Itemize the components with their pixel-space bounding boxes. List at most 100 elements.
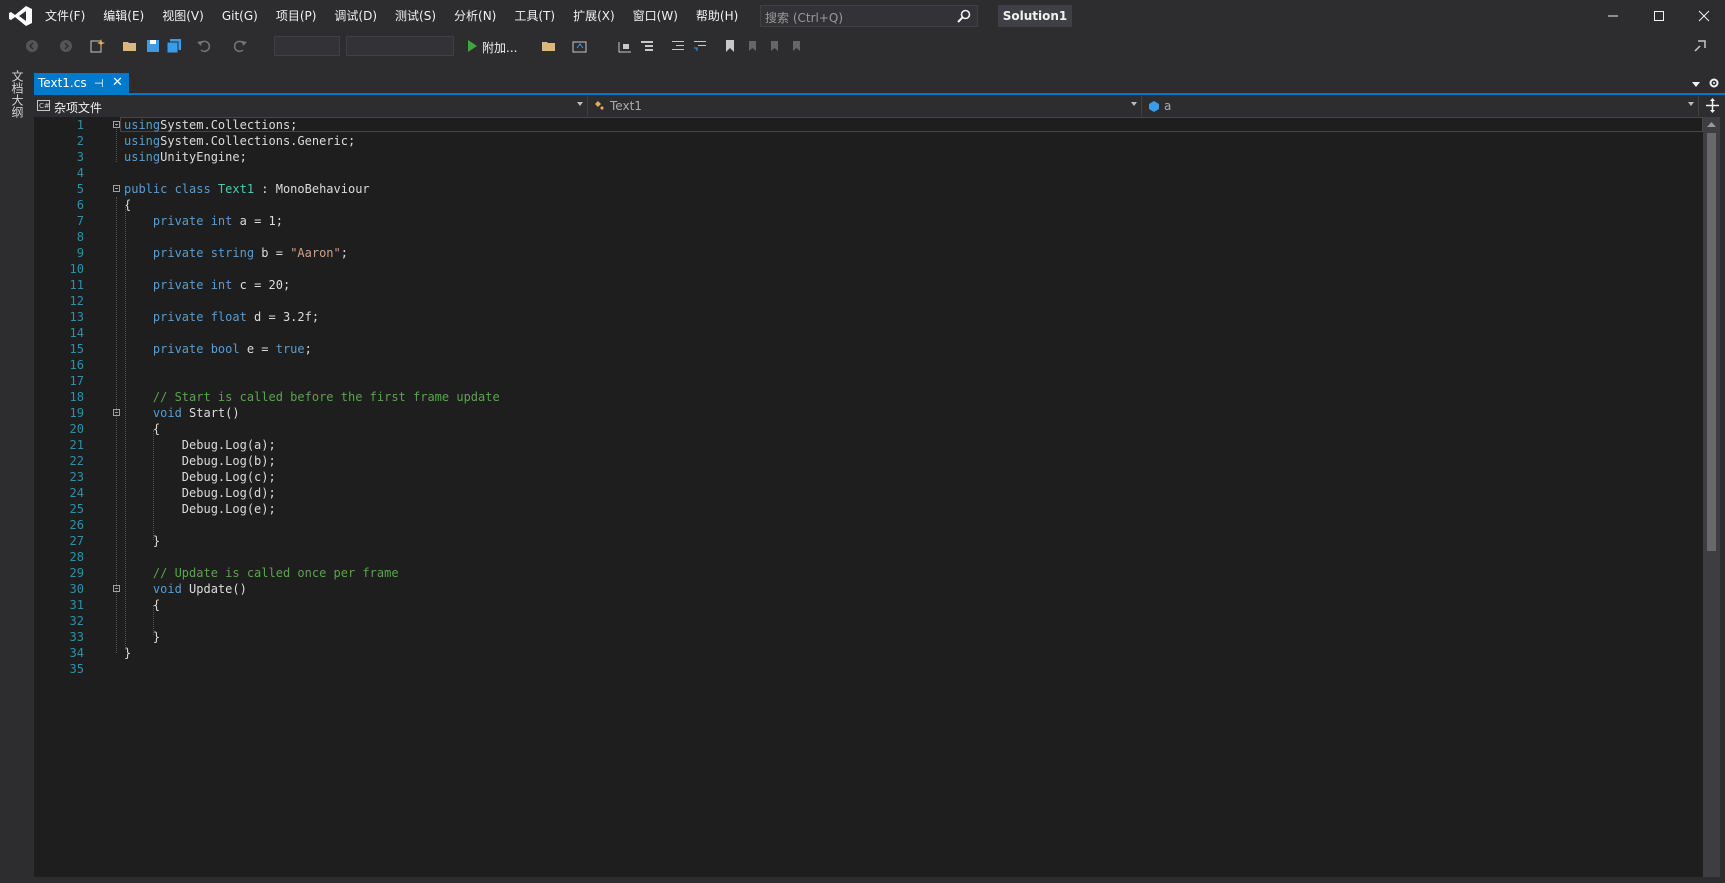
undo-icon[interactable] xyxy=(196,38,212,54)
code-token: Debug.Log(e); xyxy=(124,502,276,516)
settings-gear-icon[interactable] xyxy=(1708,77,1720,89)
open-file-icon[interactable] xyxy=(122,38,138,54)
type-dropdown[interactable]: Text1 xyxy=(590,96,1142,116)
code-line: { xyxy=(124,598,160,612)
clear-bookmarks-icon[interactable] xyxy=(788,38,804,54)
project-dropdown-label: 杂项文件 xyxy=(54,101,103,115)
line-number: 10 xyxy=(69,262,84,276)
menu-edit[interactable]: 编辑(E) xyxy=(94,0,153,32)
previous-bookmark-icon[interactable] xyxy=(744,38,760,54)
close-tab-icon[interactable]: ✕ xyxy=(112,75,123,90)
menu-tools[interactable]: 工具(T) xyxy=(505,0,564,32)
bookmark-icon[interactable] xyxy=(722,38,738,54)
line-number: 24 xyxy=(69,486,84,500)
maximize-icon[interactable] xyxy=(1636,0,1682,32)
menu-test[interactable]: 测试(S) xyxy=(386,0,445,32)
live-share-icon[interactable] xyxy=(1692,38,1708,54)
menu-window[interactable]: 窗口(W) xyxy=(624,0,687,32)
line-number: 19 xyxy=(69,406,84,420)
menu-extensions[interactable]: 扩展(X) xyxy=(564,0,624,32)
code-line: // Update is called once per frame xyxy=(124,566,399,580)
code-line: Debug.Log(b); xyxy=(124,454,276,468)
solution-platform-select[interactable] xyxy=(346,36,454,56)
menu-analyze[interactable]: 分析(N) xyxy=(445,0,505,32)
code-token: // Update is called once per frame xyxy=(152,566,399,580)
code-token: Debug.Log(d); xyxy=(124,486,276,500)
attach-button[interactable]: 附加... xyxy=(482,39,517,56)
chevron-down-icon xyxy=(1131,102,1137,106)
code-line: private float d = 3.2f; xyxy=(124,310,319,324)
step-into-icon[interactable] xyxy=(617,38,633,54)
document-outline-tab[interactable]: 文档大纲 xyxy=(9,70,26,118)
code-line: { xyxy=(124,422,160,436)
menu-debug[interactable]: 调试(D) xyxy=(325,0,386,32)
code-line: private string b = "Aaron"; xyxy=(124,246,348,260)
next-bookmark-icon[interactable] xyxy=(766,38,782,54)
navigate-forward-icon[interactable] xyxy=(58,38,74,54)
comment-lines-icon[interactable] xyxy=(692,38,708,54)
code-line: // Start is called before the first fram… xyxy=(124,390,500,404)
indent-icon[interactable] xyxy=(670,38,686,54)
code-editor[interactable] xyxy=(34,117,1703,877)
new-project-icon[interactable] xyxy=(89,38,105,54)
line-number: 16 xyxy=(69,358,84,372)
code-line: public class Text1 : MonoBehaviour xyxy=(124,182,370,196)
line-number: 9 xyxy=(76,246,84,260)
line-number: 5 xyxy=(76,182,84,196)
navigate-back-icon[interactable] xyxy=(24,38,40,54)
collapse-class-icon[interactable] xyxy=(113,185,120,192)
scrollbar-thumb[interactable] xyxy=(1707,133,1716,551)
pin-icon[interactable]: ⊣ xyxy=(94,77,104,90)
collapse-start-icon[interactable] xyxy=(113,409,120,416)
menu-view[interactable]: 视图(V) xyxy=(153,0,213,32)
member-dropdown-label: a xyxy=(1164,99,1172,113)
save-icon[interactable] xyxy=(145,38,161,54)
menu-file[interactable]: 文件(F) xyxy=(36,0,94,32)
code-token: : MonoBehaviour xyxy=(254,182,370,196)
member-dropdown[interactable]: a xyxy=(1144,96,1699,116)
line-number: 27 xyxy=(69,534,84,548)
close-window-icon[interactable] xyxy=(1682,0,1725,32)
save-all-icon[interactable] xyxy=(166,38,182,54)
line-number: 7 xyxy=(76,214,84,228)
collapse-update-icon[interactable] xyxy=(113,585,120,592)
code-token: // Start is called before the first fram… xyxy=(152,390,500,404)
svg-text:C#: C# xyxy=(39,102,50,110)
code-token: System.Collections.Generic; xyxy=(160,134,356,148)
visual-studio-logo-icon[interactable] xyxy=(9,5,33,27)
menu-help[interactable]: 帮助(H) xyxy=(687,0,747,32)
collapse-using-icon[interactable] xyxy=(113,121,120,128)
start-play-icon[interactable] xyxy=(464,38,480,54)
minimize-icon[interactable] xyxy=(1590,0,1636,32)
step-over-icon[interactable] xyxy=(639,38,655,54)
code-token: } xyxy=(124,534,161,548)
code-line: usingSystem.Collections.Generic; xyxy=(124,134,355,148)
tab-overflow-icon[interactable] xyxy=(1690,78,1702,90)
chevron-down-icon xyxy=(1688,102,1694,106)
tab-text1-cs[interactable]: Text1.cs ⊣ ✕ xyxy=(34,73,129,94)
vertical-scrollbar[interactable] xyxy=(1703,117,1720,877)
search-icon[interactable] xyxy=(957,9,971,23)
code-token: Debug.Log(b); xyxy=(124,454,276,468)
line-number: 1 xyxy=(76,118,84,132)
project-dropdown[interactable]: C# 杂项文件 xyxy=(34,96,588,116)
browser-link-icon[interactable] xyxy=(572,38,588,54)
bottom-edge xyxy=(0,877,1725,883)
code-token: private int xyxy=(152,278,233,292)
code-token: Debug.Log(a); xyxy=(124,438,276,452)
scroll-up-icon[interactable] xyxy=(1707,121,1716,128)
line-number: 2 xyxy=(76,134,84,148)
split-editor-icon[interactable] xyxy=(1704,97,1721,114)
menu-git[interactable]: Git(G) xyxy=(213,0,267,32)
code-token: private int xyxy=(152,214,233,228)
solution-configuration-select[interactable] xyxy=(274,36,340,56)
code-line: private int a = 1; xyxy=(124,214,283,228)
menu-project[interactable]: 项目(P) xyxy=(267,0,326,32)
open-folder-icon[interactable] xyxy=(541,38,557,54)
search-box[interactable]: 搜索 (Ctrl+Q) xyxy=(760,5,978,27)
line-number: 17 xyxy=(69,374,84,388)
redo-icon[interactable] xyxy=(232,38,248,54)
